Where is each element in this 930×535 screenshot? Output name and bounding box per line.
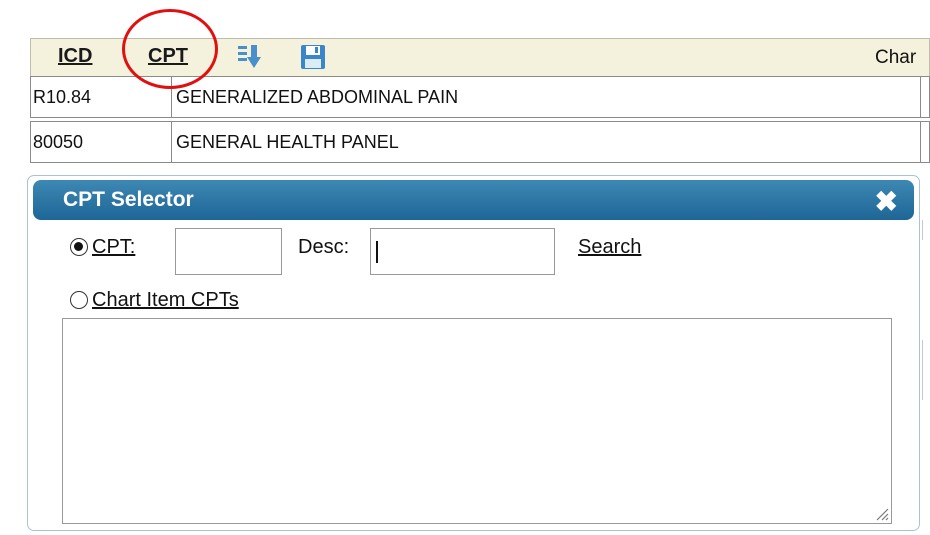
column-divider: [920, 122, 921, 162]
text-cursor: [376, 241, 378, 263]
cpt-radio-label[interactable]: CPT:: [92, 236, 135, 259]
divider: [922, 340, 923, 400]
close-icon[interactable]: ✖: [875, 185, 898, 218]
cpt-code-input[interactable]: [175, 228, 282, 275]
column-divider: [920, 77, 921, 117]
description-input[interactable]: [370, 228, 555, 275]
dialog-title-bar[interactable]: CPT Selector ✖: [33, 180, 914, 220]
row-code: R10.84: [33, 87, 92, 107]
column-divider: [171, 122, 172, 162]
divider: [922, 220, 923, 240]
search-link[interactable]: Search: [578, 236, 641, 259]
save-icon[interactable]: [299, 43, 327, 71]
cpt-selector-dialog: CPT Selector ✖ CPT: Desc: Search Chart I…: [27, 175, 920, 531]
highlight-circle: [122, 9, 218, 89]
icd-link[interactable]: ICD: [58, 45, 92, 68]
import-icon[interactable]: [236, 43, 264, 71]
table-row[interactable]: 80050 GENERAL HEALTH PANEL: [30, 121, 930, 163]
results-list[interactable]: [62, 318, 892, 524]
row-code: 80050: [33, 132, 84, 152]
charge-header-label: Char: [875, 47, 917, 68]
desc-label: Desc:: [298, 236, 350, 258]
resize-grip-icon[interactable]: [873, 505, 889, 521]
dialog-title: CPT Selector: [63, 188, 194, 211]
row-description: GENERALIZED ABDOMINAL PAIN: [176, 87, 459, 107]
row-description: GENERAL HEALTH PANEL: [176, 132, 399, 152]
chart-item-label[interactable]: Chart Item CPTs: [92, 289, 239, 312]
cpt-radio[interactable]: [70, 238, 88, 256]
chart-item-radio[interactable]: [70, 291, 88, 309]
